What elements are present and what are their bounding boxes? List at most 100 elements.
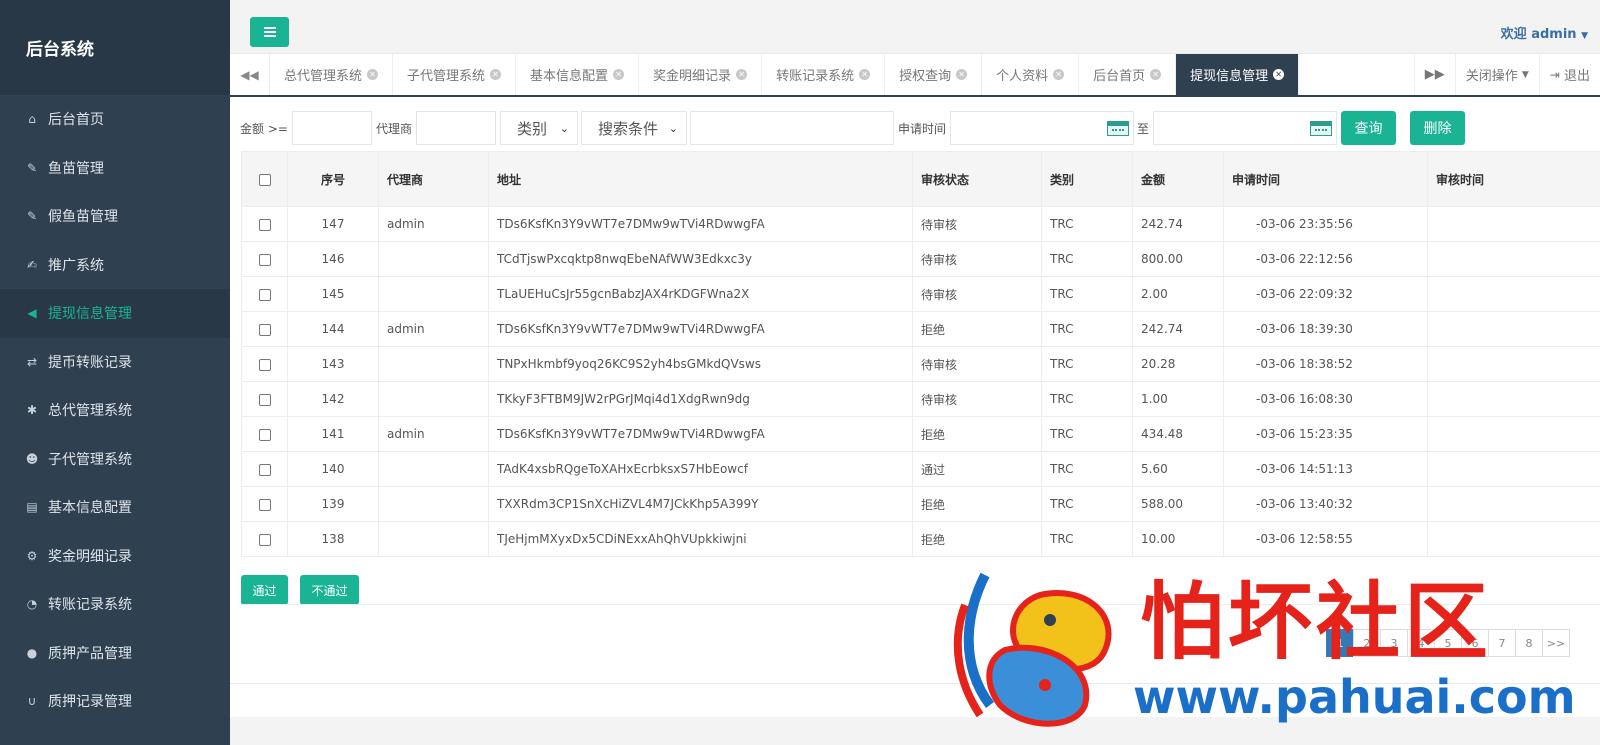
tab[interactable]: 后台首页 ✕ (1079, 54, 1177, 95)
logout-button[interactable]: ⇥ 退出 (1538, 54, 1600, 95)
sidebar-item-label: 基本信息配置 (48, 500, 132, 517)
close-icon[interactable]: ✕ (1053, 69, 1065, 80)
row-review-time (1427, 486, 1600, 522)
search-condition-select[interactable]: 搜索条件 ⌄ (580, 111, 687, 145)
sidebar-item[interactable]: ⌂ 后台首页 (0, 95, 230, 144)
row-checkbox[interactable] (258, 288, 271, 301)
row-checkbox[interactable] (258, 253, 271, 266)
sidebar-item[interactable]: ☻ 子代管理系统 (0, 435, 230, 484)
close-icon[interactable]: ✕ (956, 69, 968, 80)
wrench-icon: ✎ (26, 160, 38, 175)
apply-time-start-input[interactable] (949, 111, 1134, 145)
table-row: 138 TJeHjmMXyxDx5CDiNExxAhQhVUpkkiwjni 拒绝 T… (241, 521, 1600, 557)
sidebar-item[interactable]: ● 质押产品管理 (0, 629, 230, 678)
row-address: TDs6KsfKn3Y9vWT7e7DMw9wTVi4RDwwgFA (488, 311, 913, 347)
tab-label: 总代管理系统 (284, 69, 363, 84)
close-icon[interactable]: ✕ (367, 69, 379, 80)
sidebar-item[interactable]: ⇄ 提币转账记录 (0, 338, 230, 387)
redacted-year (1232, 497, 1256, 511)
watermark-title: 怕坏社区 (1140, 573, 1493, 671)
row-agent: admin (378, 206, 489, 242)
sidebar-item-label: 提现信息管理 (48, 306, 132, 323)
sidebar-item[interactable]: ⚙ 奖金明细记录 (0, 532, 230, 581)
tab[interactable]: 奖金明细记录 ✕ (639, 54, 763, 95)
apply-time-text: -03-06 15:23:35 (1256, 427, 1353, 441)
select-all-checkbox[interactable] (258, 173, 271, 186)
approve-button[interactable]: 通过 (241, 575, 288, 605)
apply-time-label: 申请时间 (897, 121, 946, 136)
hamburger-icon (263, 31, 276, 33)
tab[interactable]: 授权查询 ✕ (885, 54, 983, 95)
row-agent (378, 486, 489, 522)
row-checkbox[interactable] (258, 533, 271, 546)
close-icon[interactable]: ✕ (1150, 69, 1162, 80)
sidebar-item[interactable]: ✍ 推广系统 (0, 241, 230, 290)
close-icon[interactable]: ✕ (613, 69, 625, 80)
amount-input[interactable] (291, 111, 372, 145)
row-review-time (1427, 206, 1600, 242)
calendar-icon[interactable] (1309, 121, 1332, 136)
close-icon[interactable]: ✕ (736, 69, 748, 80)
tabs-scroll-left-button[interactable]: ◀◀ (230, 54, 270, 95)
close-operations-menu[interactable]: 关闭操作 ▼ (1454, 54, 1539, 95)
apply-time-end-input[interactable] (1152, 111, 1337, 145)
agent-label: 代理商 (375, 121, 412, 136)
delete-button[interactable]: 删除 (1409, 111, 1465, 145)
menu-toggle-button[interactable] (250, 17, 289, 47)
fish-logo-icon (953, 572, 1112, 727)
sidebar-item[interactable]: ✱ 总代管理系统 (0, 386, 230, 435)
row-amount: 2.00 (1132, 276, 1224, 312)
row-agent (378, 521, 489, 557)
user-menu[interactable]: 欢迎 admin ▼ (1501, 23, 1588, 42)
tab-label: 子代管理系统 (407, 69, 486, 84)
row-address: TKkyF3FTBM9JW2rPGrJMqi4d1XdgRwn9dg (488, 381, 913, 417)
sidebar-item[interactable]: ◀ 提现信息管理 (0, 289, 230, 338)
row-checkbox[interactable] (258, 323, 271, 336)
row-checkbox[interactable] (258, 358, 271, 371)
dashboard-icon: ◔ (26, 597, 38, 612)
apply-time-text: -03-06 18:38:52 (1256, 357, 1353, 371)
top-header: 欢迎 admin ▼ (230, 0, 1600, 54)
tab[interactable]: 子代管理系统 ✕ (393, 54, 517, 95)
row-checkbox[interactable] (258, 218, 271, 231)
row-type: TRC (1041, 416, 1133, 452)
sidebar-item[interactable]: ▤ 基本信息配置 (0, 483, 230, 532)
table-row: 144 admin TDs6KsfKn3Y9vWT7e7DMw9wTVi4RDwwg… (241, 311, 1600, 347)
tab-label: 个人资料 (996, 69, 1049, 84)
query-button[interactable]: 查询 (1340, 111, 1396, 145)
sidebar-item[interactable]: ✎ 鱼苗管理 (0, 144, 230, 193)
sidebar-item-label: 质押记录管理 (48, 694, 132, 711)
close-icon[interactable]: ✕ (859, 69, 871, 80)
select-all-cell (241, 151, 288, 207)
col-id: 序号 (287, 151, 379, 207)
search-keyword-input[interactable] (689, 111, 894, 145)
forward-icon: ▶▶ (1424, 67, 1445, 82)
tab[interactable]: 基本信息配置 ✕ (516, 54, 640, 95)
row-checkbox[interactable] (258, 463, 271, 476)
sidebar-item-label: 后台首页 (48, 112, 104, 129)
tabs-scroll-right-button[interactable]: ▶▶ (1413, 54, 1455, 95)
row-apply-time: -03-06 22:09:32 (1223, 276, 1428, 312)
reject-button[interactable]: 不通过 (300, 575, 359, 605)
category-select[interactable]: 类别 ⌄ (499, 111, 578, 145)
tab[interactable]: 总代管理系统 ✕ (270, 54, 394, 95)
file-icon: ▤ (26, 500, 38, 515)
tab-label: 提现信息管理 (1190, 69, 1269, 84)
sidebar-item[interactable]: ✎ 假鱼苗管理 (0, 192, 230, 241)
col-address: 地址 (488, 151, 913, 207)
row-checkbox[interactable] (258, 428, 271, 441)
tab[interactable]: 提现信息管理 ✕ (1176, 54, 1300, 95)
sidebar-item[interactable]: ◔ 转账记录系统 (0, 580, 230, 629)
row-type: TRC (1041, 451, 1133, 487)
row-apply-time: -03-06 14:51:13 (1223, 451, 1428, 487)
sidebar-item[interactable]: ∪ 质押记录管理 (0, 677, 230, 726)
tab[interactable]: 个人资料 ✕ (982, 54, 1080, 95)
tab[interactable]: 转账记录系统 ✕ (762, 54, 886, 95)
row-checkbox[interactable] (258, 393, 271, 406)
row-checkbox[interactable] (258, 498, 271, 511)
close-icon[interactable]: ✕ (1273, 69, 1285, 80)
agent-input[interactable] (415, 111, 496, 145)
close-operations-label: 关闭操作 (1465, 69, 1518, 84)
close-icon[interactable]: ✕ (490, 69, 502, 80)
calendar-icon[interactable] (1106, 121, 1129, 136)
